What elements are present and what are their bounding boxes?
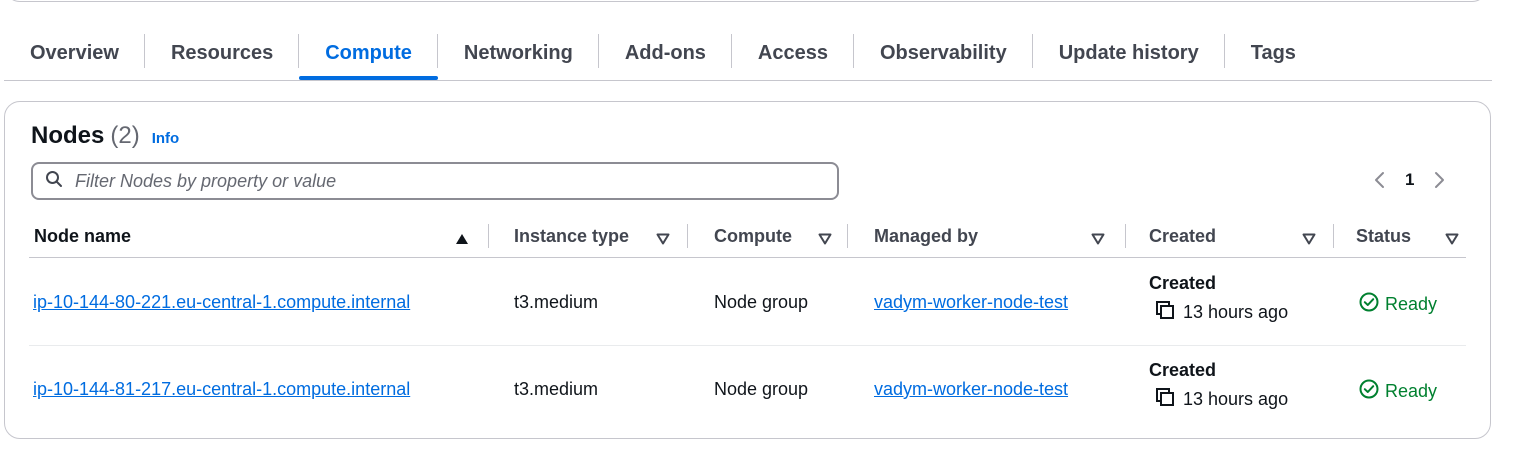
tab-label: Access — [757, 41, 828, 64]
nodes-title: Nodes — [31, 122, 105, 149]
tab-overview[interactable]: Overview — [4, 26, 145, 80]
tab-label: Update history — [1058, 41, 1199, 64]
status-badge: Ready — [1359, 379, 1437, 404]
tab-label: Overview — [30, 41, 119, 64]
tab-label: Add-ons — [624, 41, 706, 64]
node-name-link[interactable]: ip-10-144-81-217.eu-central-1.compute.in… — [33, 379, 410, 400]
info-link[interactable]: Info — [152, 130, 180, 147]
tab-update-history[interactable]: Update history — [1033, 26, 1225, 80]
page-number-button[interactable]: 1 — [1401, 170, 1418, 190]
status-badge: Ready — [1359, 292, 1437, 317]
search-icon — [45, 170, 63, 193]
created-time: 13 hours ago — [1183, 302, 1289, 322]
created-time: 13 hours ago — [1183, 389, 1289, 409]
caret-down-outline-icon — [1302, 229, 1316, 250]
status-positive-icon — [1359, 379, 1379, 404]
caret-down-outline-icon — [1445, 229, 1459, 250]
created-cell: Created 13 hours ago — [1149, 360, 1288, 412]
column-label: Managed by — [874, 225, 979, 246]
column-label: Instance type — [514, 225, 630, 246]
column-header-status[interactable]: Status — [1356, 216, 1466, 256]
tab-label: Networking — [463, 41, 573, 64]
nodes-card: Nodes (2) Info 1 Node name — [4, 101, 1491, 439]
node-name-link[interactable]: ip-10-144-80-221.eu-central-1.compute.in… — [33, 292, 410, 313]
instance-type-cell: t3.medium — [514, 379, 599, 399]
tab-networking[interactable]: Networking — [438, 26, 599, 80]
compute-cell: Node group — [714, 379, 809, 399]
filter-box — [31, 162, 839, 200]
column-label: Node name — [34, 225, 132, 246]
created-label: Created — [1149, 360, 1217, 380]
previous-card-edge — [4, 0, 1488, 2]
column-header-compute[interactable]: Compute — [714, 216, 848, 256]
tab-label: Tags — [1250, 41, 1296, 64]
managed-by-link[interactable]: vadym-worker-node-test — [874, 379, 1068, 400]
column-header-node-name[interactable]: Node name — [34, 216, 504, 256]
compute-cell: Node group — [714, 292, 809, 312]
created-cell: Created 13 hours ago — [1149, 273, 1288, 325]
tab-add-ons[interactable]: Add-ons — [599, 26, 732, 80]
table-header: Node name Instance type Compute Managed … — [29, 216, 1466, 258]
copy-icon[interactable] — [1155, 300, 1175, 325]
tab-tags[interactable]: Tags — [1225, 26, 1322, 80]
nodes-count: (2) — [110, 122, 140, 149]
tab-access[interactable]: Access — [732, 26, 854, 80]
caret-down-outline-icon — [818, 229, 832, 250]
column-label: Compute — [714, 225, 792, 246]
tab-label: Compute — [325, 41, 412, 64]
table-row: ip-10-144-80-221.eu-central-1.compute.in… — [29, 259, 1466, 346]
tab-observability[interactable]: Observability — [854, 26, 1033, 80]
column-header-created[interactable]: Created — [1149, 216, 1334, 256]
nodes-header: Nodes (2) Info — [31, 122, 179, 150]
status-text: Ready — [1385, 294, 1438, 314]
tab-compute[interactable]: Compute — [299, 26, 438, 80]
pagination: 1 — [1373, 170, 1446, 190]
tab-bar: Overview Resources Compute Networking Ad… — [4, 26, 1492, 81]
column-label: Created — [1149, 225, 1217, 246]
column-label: Status — [1356, 225, 1412, 246]
column-header-managed-by[interactable]: Managed by — [874, 216, 1126, 256]
instance-type-cell: t3.medium — [514, 292, 599, 312]
copy-icon[interactable] — [1155, 387, 1175, 412]
caret-down-outline-icon — [656, 229, 670, 250]
caret-down-outline-icon — [1091, 229, 1105, 250]
tab-label: Resources — [170, 41, 274, 64]
chevron-right-icon[interactable] — [1432, 170, 1446, 190]
filter-nodes-input[interactable] — [73, 169, 837, 193]
caret-up-filled-icon — [455, 229, 469, 250]
tab-label: Observability — [879, 41, 1007, 64]
managed-by-link[interactable]: vadym-worker-node-test — [874, 292, 1068, 313]
table-row: ip-10-144-81-217.eu-central-1.compute.in… — [29, 347, 1466, 434]
chevron-left-icon[interactable] — [1373, 170, 1387, 190]
status-positive-icon — [1359, 292, 1379, 317]
created-label: Created — [1149, 273, 1217, 293]
status-text: Ready — [1385, 381, 1438, 401]
column-header-instance-type[interactable]: Instance type — [514, 216, 688, 256]
tab-resources[interactable]: Resources — [145, 26, 300, 80]
